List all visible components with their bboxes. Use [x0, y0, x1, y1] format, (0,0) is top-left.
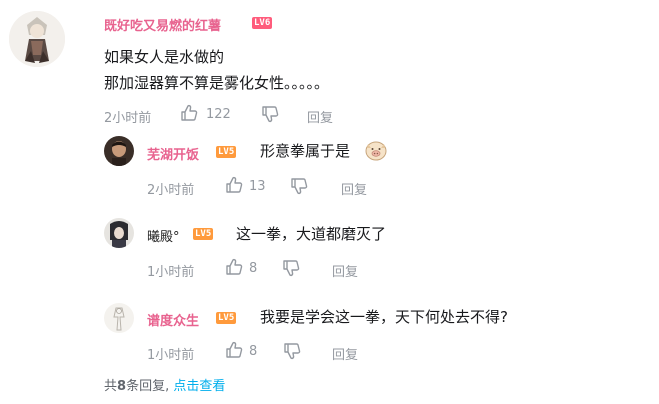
like-count: 8: [249, 261, 258, 276]
comment-time: 2小时前: [104, 111, 152, 126]
like-count: 8: [249, 344, 258, 359]
level-badge: LV6: [252, 17, 273, 29]
thumbs-up-icon[interactable]: [225, 341, 243, 363]
like-count: 13: [249, 179, 266, 194]
root-username[interactable]: 既好吃又易燃的红薯: [104, 15, 221, 34]
reply-username[interactable]: 芜湖开饭: [147, 144, 199, 163]
avatar[interactable]: [9, 11, 65, 67]
reply-total-prefix: 共: [104, 379, 118, 394]
reply-text: 我要是学会这一拳，天下何处去不得?: [260, 308, 508, 326]
avatar[interactable]: [104, 303, 134, 333]
comment-text-line-2: 那加湿器算不算是雾化女性。。。。。: [104, 74, 330, 92]
character-portrait-avatar-image: [104, 218, 134, 248]
reply-button[interactable]: 回复: [341, 179, 367, 198]
reply-total-suffix: 条回复,: [126, 379, 170, 394]
thumbs-down-icon[interactable]: [282, 259, 300, 281]
avatar[interactable]: [104, 218, 134, 248]
avatar[interactable]: [104, 136, 134, 166]
thumbs-down-icon[interactable]: [261, 105, 279, 127]
reply-button[interactable]: 回复: [307, 107, 333, 126]
reply-username[interactable]: 谱度众生: [147, 310, 199, 329]
sketch-figure-avatar-image: [104, 303, 134, 333]
view-all-replies-link[interactable]: 点击查看: [173, 379, 225, 394]
reply-button[interactable]: 回复: [332, 344, 358, 363]
reply-button[interactable]: 回复: [332, 261, 358, 280]
level-badge: LV5: [193, 228, 214, 240]
reply-total: 共8条回复, 点击查看: [104, 375, 225, 394]
thumbs-up-icon[interactable]: [225, 176, 243, 198]
thumbs-up-icon[interactable]: [225, 258, 243, 280]
reply-time: 2小时前: [147, 183, 195, 198]
thumbs-down-icon[interactable]: [290, 177, 308, 199]
like-count: 122: [206, 107, 231, 122]
pig-face-emoji-icon: [365, 139, 387, 165]
level-badge: LV5: [216, 312, 237, 324]
comment-text-line-1: 如果女人是水做的: [104, 48, 225, 66]
level-badge: LV5: [216, 146, 237, 158]
reply-text: 形意拳属于是: [260, 142, 351, 160]
reply-time: 1小时前: [147, 265, 195, 280]
man-portrait-avatar-image: [104, 136, 134, 166]
reply-text: 这一拳，大道都磨灭了: [236, 225, 387, 243]
reply-total-count: 8: [117, 379, 127, 394]
anime-character-avatar-image: [9, 11, 65, 67]
reply-username[interactable]: 曦殿°: [147, 226, 180, 245]
reply-time: 1小时前: [147, 348, 195, 363]
thumbs-up-icon[interactable]: [180, 104, 198, 126]
thumbs-down-icon[interactable]: [283, 342, 301, 364]
